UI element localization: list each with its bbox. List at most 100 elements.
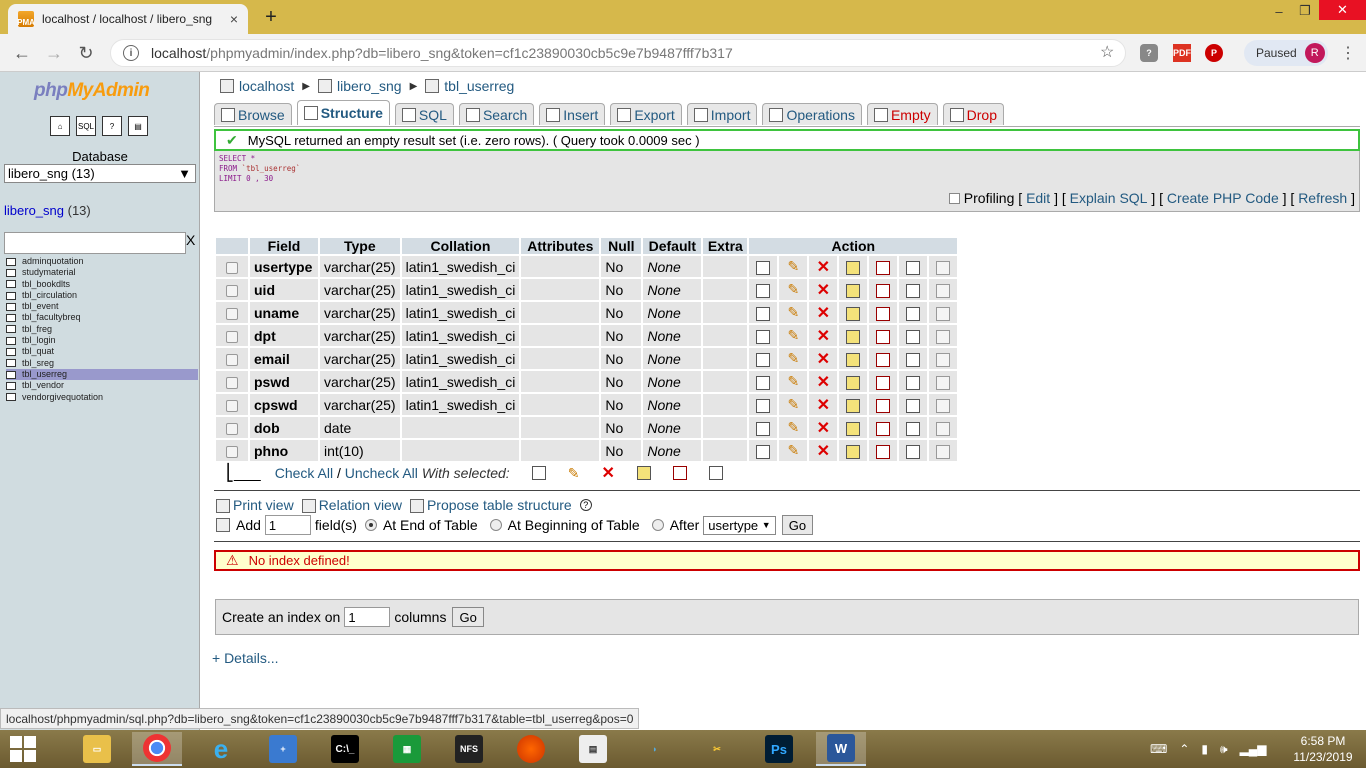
nav-table-item[interactable]: tbl_login xyxy=(6,335,198,346)
after-radio[interactable] xyxy=(651,519,664,531)
index-icon[interactable] xyxy=(906,352,921,367)
nav-table-item[interactable]: tbl_facultybreq xyxy=(6,312,198,323)
drop-x-icon[interactable]: ✕ xyxy=(817,257,830,277)
store-icon[interactable]: ▦ xyxy=(382,732,432,766)
browse-selected-icon[interactable] xyxy=(531,466,546,480)
drop-x-icon[interactable]: ✕ xyxy=(817,280,830,300)
index-icon[interactable] xyxy=(906,329,921,344)
primary-key-icon[interactable] xyxy=(846,375,861,390)
word-icon[interactable]: W xyxy=(816,732,866,766)
row-checkbox[interactable] xyxy=(226,353,238,366)
after-column-select[interactable]: usertype ▼ xyxy=(703,515,776,535)
fulltext-icon[interactable] xyxy=(936,375,951,390)
check-all-link[interactable]: Check All xyxy=(275,465,333,481)
index-icon[interactable] xyxy=(906,260,921,275)
nav-table-item[interactable]: tbl_freg xyxy=(6,324,198,335)
breadcrumb-database[interactable]: libero_sng xyxy=(337,78,402,94)
drop-x-icon[interactable]: ✕ xyxy=(817,303,830,323)
browse-distinct-icon[interactable] xyxy=(756,352,771,367)
nav-table-item[interactable]: tbl_bookdlts xyxy=(6,279,198,290)
help-icon[interactable]: ? xyxy=(579,499,592,512)
bookmark-star-icon[interactable]: ☆ xyxy=(1100,42,1114,62)
create-index-go-button[interactable]: Go xyxy=(452,607,484,627)
change-selected-pencil-icon[interactable]: ✎ xyxy=(568,465,580,482)
phpmyadmin-logo[interactable]: phpMyAdmin xyxy=(34,80,150,102)
index-icon[interactable] xyxy=(906,398,921,413)
fulltext-icon[interactable] xyxy=(936,329,951,344)
fulltext-icon[interactable] xyxy=(936,398,951,413)
database-select[interactable]: libero_sng (13) ▼ xyxy=(4,164,196,183)
at-beginning-radio[interactable] xyxy=(489,519,502,531)
command-prompt-icon[interactable]: C:\_ xyxy=(320,732,370,766)
table-icon[interactable] xyxy=(6,268,16,277)
change-pencil-icon[interactable]: ✎ xyxy=(787,419,799,436)
photoshop-icon[interactable]: Ps xyxy=(754,732,804,766)
nav-table-item[interactable]: tbl_sreg xyxy=(6,358,198,369)
table-icon[interactable] xyxy=(6,291,16,300)
index-icon[interactable] xyxy=(906,306,921,321)
drop-x-icon[interactable]: ✕ xyxy=(817,326,830,346)
sql-query-window-icon[interactable]: SQL xyxy=(76,116,96,136)
dolphin-app-icon[interactable]: ◗ xyxy=(630,732,680,766)
tab-search[interactable]: Search xyxy=(458,103,535,125)
table-filter-input[interactable] xyxy=(4,232,186,254)
profile-button[interactable]: Paused R xyxy=(1244,40,1328,66)
table-icon[interactable] xyxy=(6,370,16,379)
notes-icon[interactable]: ▤ xyxy=(568,732,618,766)
browse-distinct-icon[interactable] xyxy=(756,329,771,344)
volume-icon[interactable]: 🕪 xyxy=(1220,742,1228,757)
tab-sql[interactable]: SQL xyxy=(394,103,454,125)
extension-shield-icon[interactable]: ? xyxy=(1140,44,1158,62)
app-icon[interactable]: + xyxy=(258,732,308,766)
nav-table-item[interactable]: tbl_quat xyxy=(6,346,198,357)
mysql-docs-icon[interactable]: ▤ xyxy=(128,116,148,136)
tools-icon[interactable]: ✂ xyxy=(692,732,742,766)
window-close-button[interactable]: ✕ xyxy=(1319,0,1366,20)
nav-table-item[interactable]: studymaterial xyxy=(6,267,198,278)
unique-icon[interactable] xyxy=(876,283,891,298)
browser-menu-icon[interactable]: ⋮ xyxy=(1340,43,1356,63)
browse-distinct-icon[interactable] xyxy=(756,375,771,390)
unique-icon[interactable] xyxy=(876,444,891,459)
tab-drop[interactable]: Drop xyxy=(942,103,1004,125)
primary-key-icon[interactable] xyxy=(846,260,861,275)
restore-button[interactable]: ❐ xyxy=(1290,0,1320,22)
index-icon[interactable] xyxy=(906,283,921,298)
tab-structure[interactable]: Structure xyxy=(296,100,390,125)
internet-explorer-icon[interactable]: e xyxy=(196,732,246,766)
filter-clear-button[interactable]: X xyxy=(186,232,195,248)
database-title-link[interactable]: libero_sng (13) xyxy=(4,203,91,218)
tab-operations[interactable]: Operations xyxy=(762,103,862,125)
index-icon[interactable] xyxy=(906,421,921,436)
table-icon[interactable] xyxy=(6,381,16,390)
breadcrumb-table[interactable]: tbl_userreg xyxy=(444,78,514,94)
relation-view-link[interactable]: Relation view xyxy=(301,497,402,514)
table-icon[interactable] xyxy=(6,348,16,357)
reload-icon[interactable]: ↻ xyxy=(74,42,98,64)
keyboard-icon[interactable]: ⌨ xyxy=(1150,742,1167,756)
unique-icon[interactable] xyxy=(876,398,891,413)
edit-sql-link[interactable]: Edit xyxy=(1026,190,1050,206)
change-pencil-icon[interactable]: ✎ xyxy=(787,373,799,390)
change-pencil-icon[interactable]: ✎ xyxy=(787,327,799,344)
fulltext-icon[interactable] xyxy=(936,260,951,275)
create-php-code-link[interactable]: Create PHP Code xyxy=(1167,190,1279,206)
primary-key-icon[interactable] xyxy=(846,398,861,413)
browser-tab[interactable]: PMA localhost / localhost / libero_sng × xyxy=(8,4,248,34)
fulltext-icon[interactable] xyxy=(936,306,951,321)
row-checkbox[interactable] xyxy=(226,307,238,320)
breadcrumb-server[interactable]: localhost xyxy=(239,78,294,94)
unique-icon[interactable] xyxy=(876,329,891,344)
change-pencil-icon[interactable]: ✎ xyxy=(787,258,799,275)
address-bar[interactable]: i localhost/phpmyadmin/index.php?db=libe… xyxy=(110,39,1126,67)
browse-distinct-icon[interactable] xyxy=(756,421,771,436)
tab-export[interactable]: Export xyxy=(610,103,682,125)
clock[interactable]: 6:58 PM 11/23/2019 xyxy=(1290,733,1356,765)
chevron-up-icon[interactable]: ⌃ xyxy=(1179,742,1189,756)
browse-distinct-icon[interactable] xyxy=(756,260,771,275)
drop-selected-x-icon[interactable]: ✕ xyxy=(601,463,614,483)
table-icon[interactable] xyxy=(6,257,16,266)
field-count-input[interactable] xyxy=(264,515,311,535)
details-link[interactable]: + Details... xyxy=(212,650,279,666)
index-icon[interactable] xyxy=(906,375,921,390)
